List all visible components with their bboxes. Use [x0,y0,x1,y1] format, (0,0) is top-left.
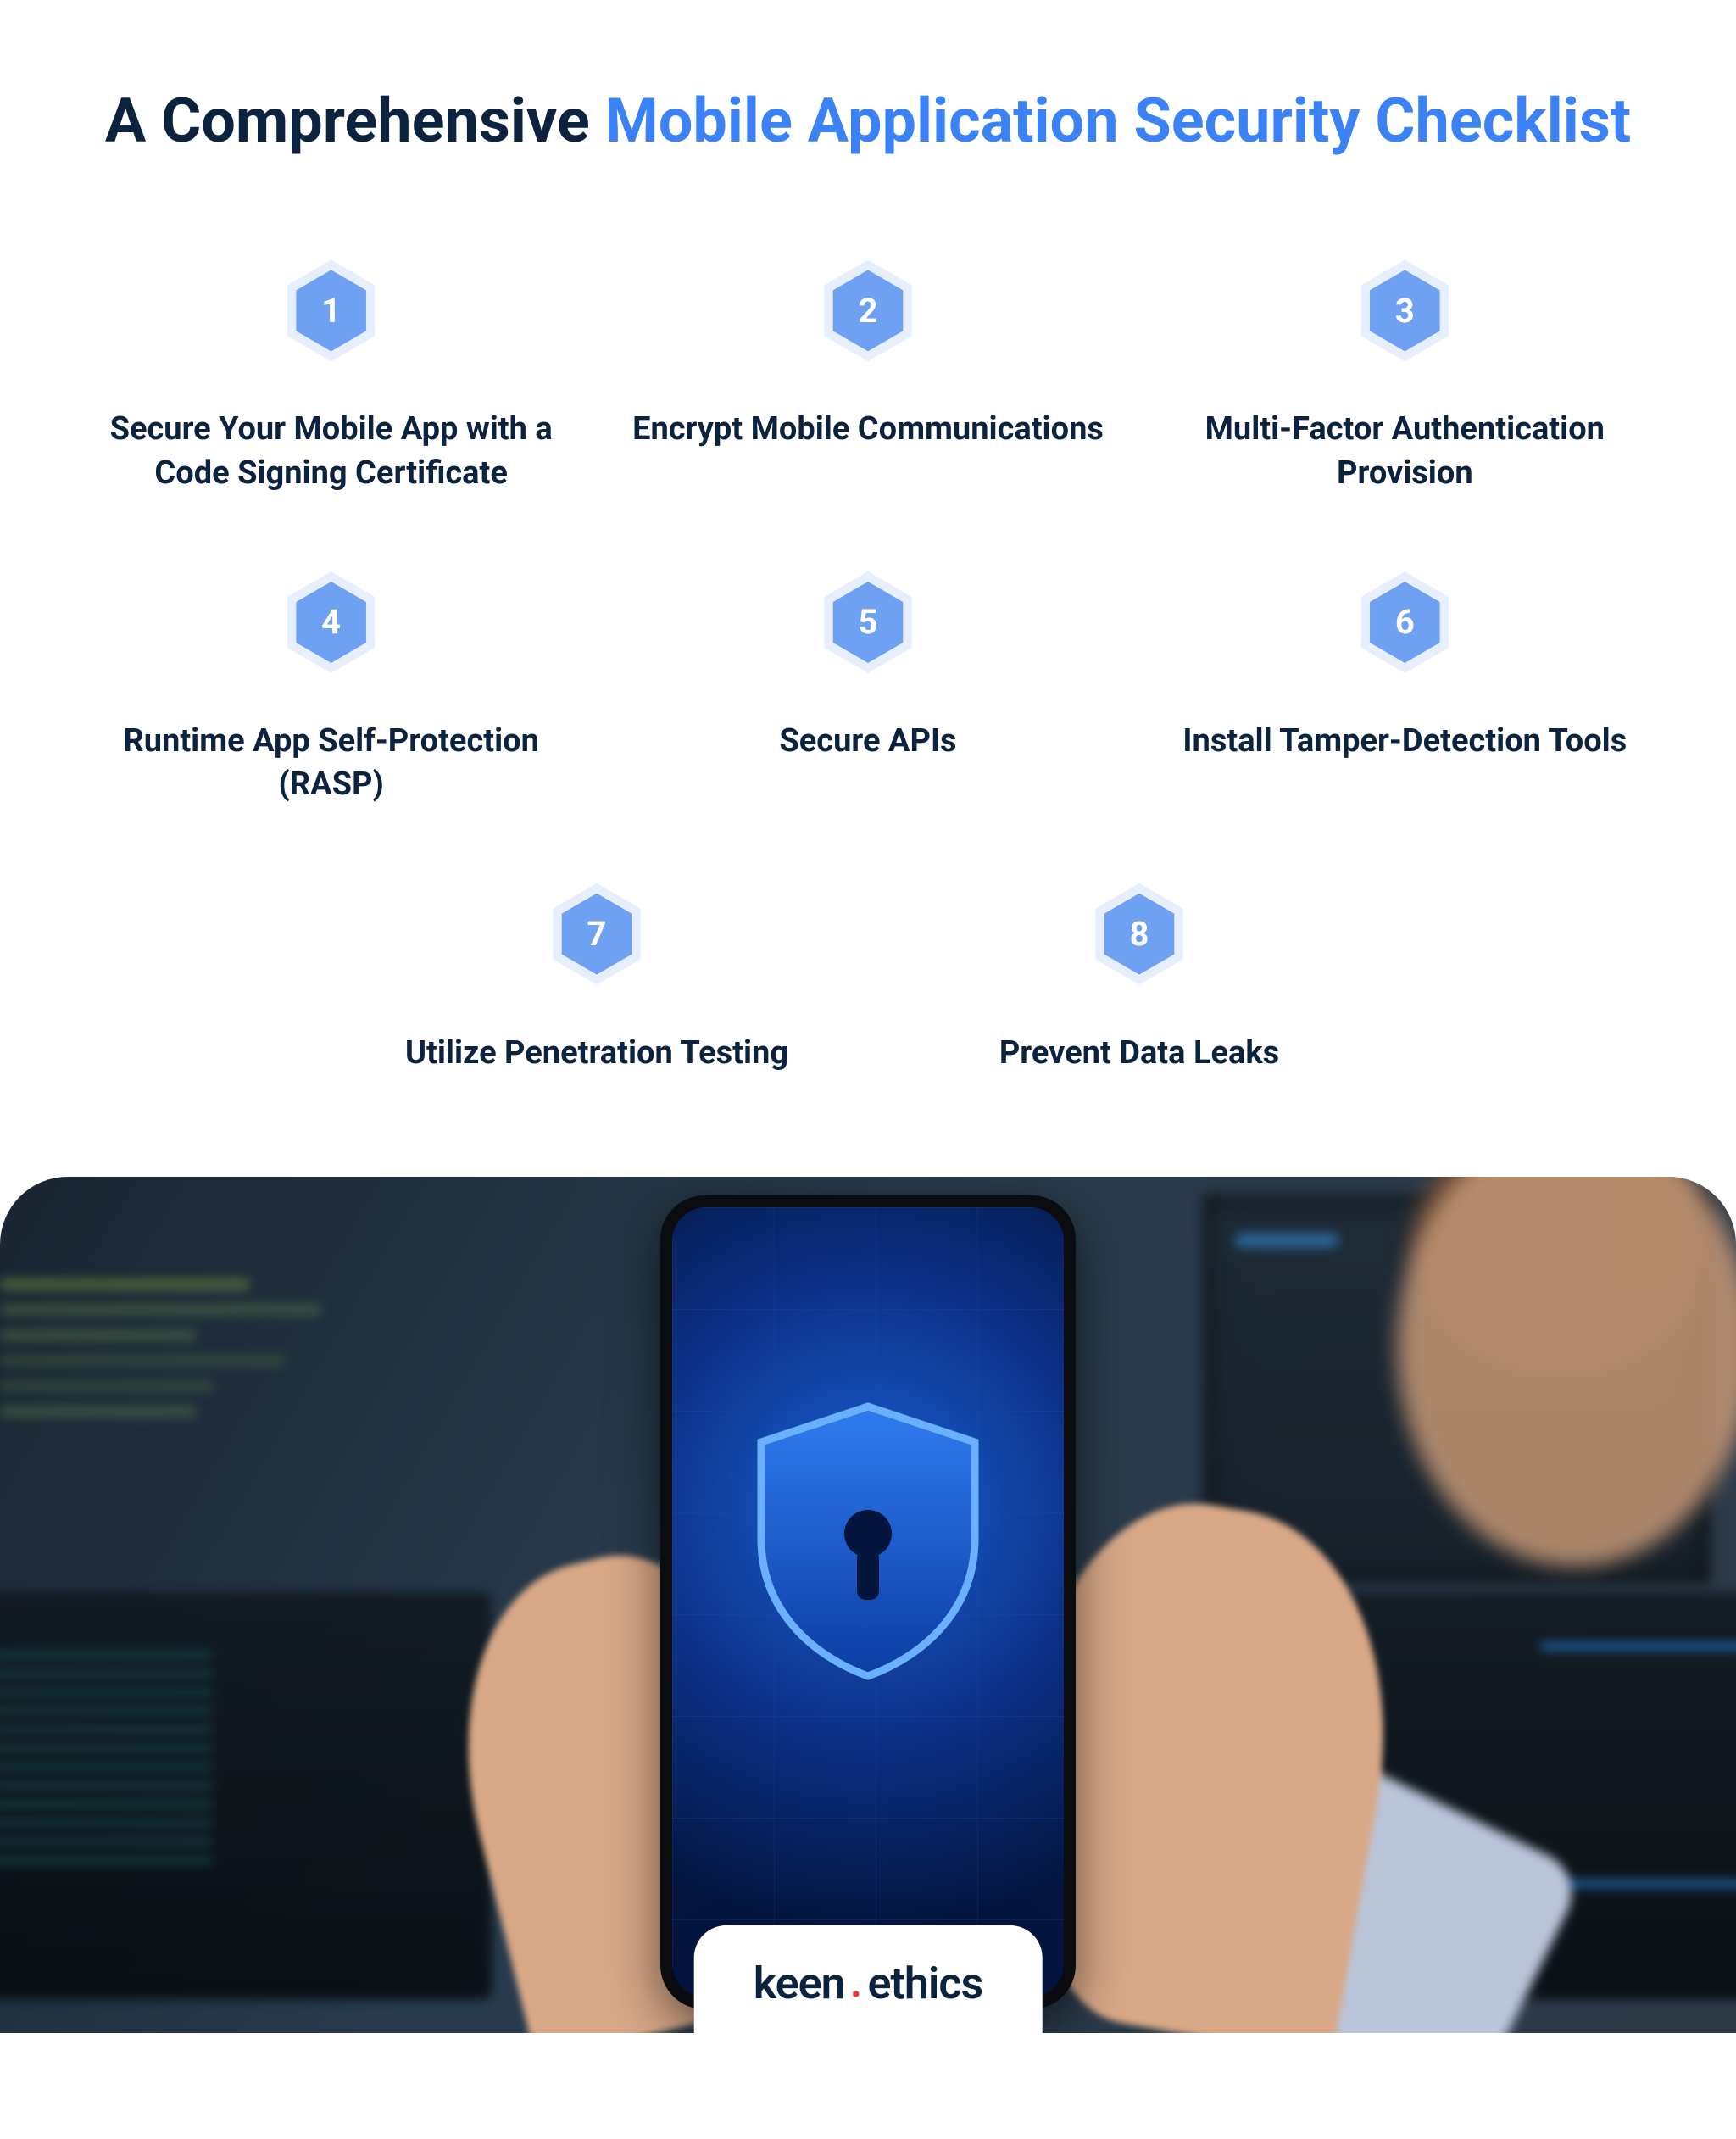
logo-dot: . [850,1956,863,2008]
hex-badge-8: 8 [1088,883,1190,985]
checklist-item-1: 1 Secure Your Mobile App with a Code Sig… [80,259,582,495]
checklist-item-label: Secure Your Mobile App with a Code Signi… [94,408,569,495]
title-part-2: Mobile Application Security Checklist [605,85,1631,157]
checklist-item-2: 2 Encrypt Mobile Communications [616,259,1119,495]
checklist-item-label: Install Tamper-Detection Tools [1182,720,1627,763]
checklist-item-label: Runtime App Self-Protection (RASP) [94,720,569,807]
phone [660,1195,1076,2009]
checklist-row-1: 1 Secure Your Mobile App with a Code Sig… [80,259,1656,495]
hex-badge-6: 6 [1354,571,1455,673]
checklist-item-5: 5 Secure APIs [616,571,1119,807]
hero-image: keen . ethics [0,1177,1736,2033]
page-title: A Comprehensive Mobile Application Secur… [105,85,1631,158]
hex-number: 3 [1395,291,1415,331]
phone-screen [672,1207,1064,1997]
hex-number: 1 [321,291,341,331]
checklist-item-6: 6 Install Tamper-Detection Tools [1154,571,1656,807]
checklist-item-3: 3 Multi-Factor Authentication Provision [1154,259,1656,495]
page: A Comprehensive Mobile Application Secur… [0,0,1736,2033]
hex-number: 6 [1395,602,1415,642]
hex-number: 2 [859,291,878,331]
checklist-grid: 1 Secure Your Mobile App with a Code Sig… [80,259,1656,1074]
checklist-item-4: 4 Runtime App Self-Protection (RASP) [80,571,582,807]
checklist-item-label: Prevent Data Leaks [999,1032,1279,1075]
checklist-item-8: 8 Prevent Data Leaks [885,883,1394,1075]
brand-logo: keen . ethics [694,1925,1043,2033]
hex-number: 5 [859,602,878,642]
checklist-row-3: 7 Utilize Penetration Testing 8 Prevent … [80,883,1656,1075]
hex-badge-5: 5 [817,571,919,673]
logo-text-right: ethics [867,1958,982,2009]
logo-text-left: keen [754,1958,845,2009]
checklist-item-label: Encrypt Mobile Communications [632,408,1104,451]
hex-number: 4 [321,602,341,642]
code-lines-decoration [0,1278,356,1418]
lock-icon [844,1510,892,1557]
hex-badge-7: 7 [546,883,648,985]
hex-number: 7 [587,914,607,954]
hex-badge-3: 3 [1354,259,1455,361]
checklist-item-label: Utilize Penetration Testing [405,1032,788,1075]
laptop-left-decoration [0,1592,492,1999]
checklist-item-label: Multi-Factor Authentication Provision [1167,408,1642,495]
hex-badge-2: 2 [817,259,919,361]
hex-badge-4: 4 [281,571,382,673]
checklist-item-label: Secure APIs [779,720,956,763]
hex-number: 8 [1130,914,1149,954]
checklist-row-2: 4 Runtime App Self-Protection (RASP) 5 S… [80,571,1656,807]
checklist-item-7: 7 Utilize Penetration Testing [342,883,851,1075]
shield-icon [741,1395,995,1683]
hex-badge-1: 1 [281,259,382,361]
title-part-1: A Comprehensive [105,85,590,157]
